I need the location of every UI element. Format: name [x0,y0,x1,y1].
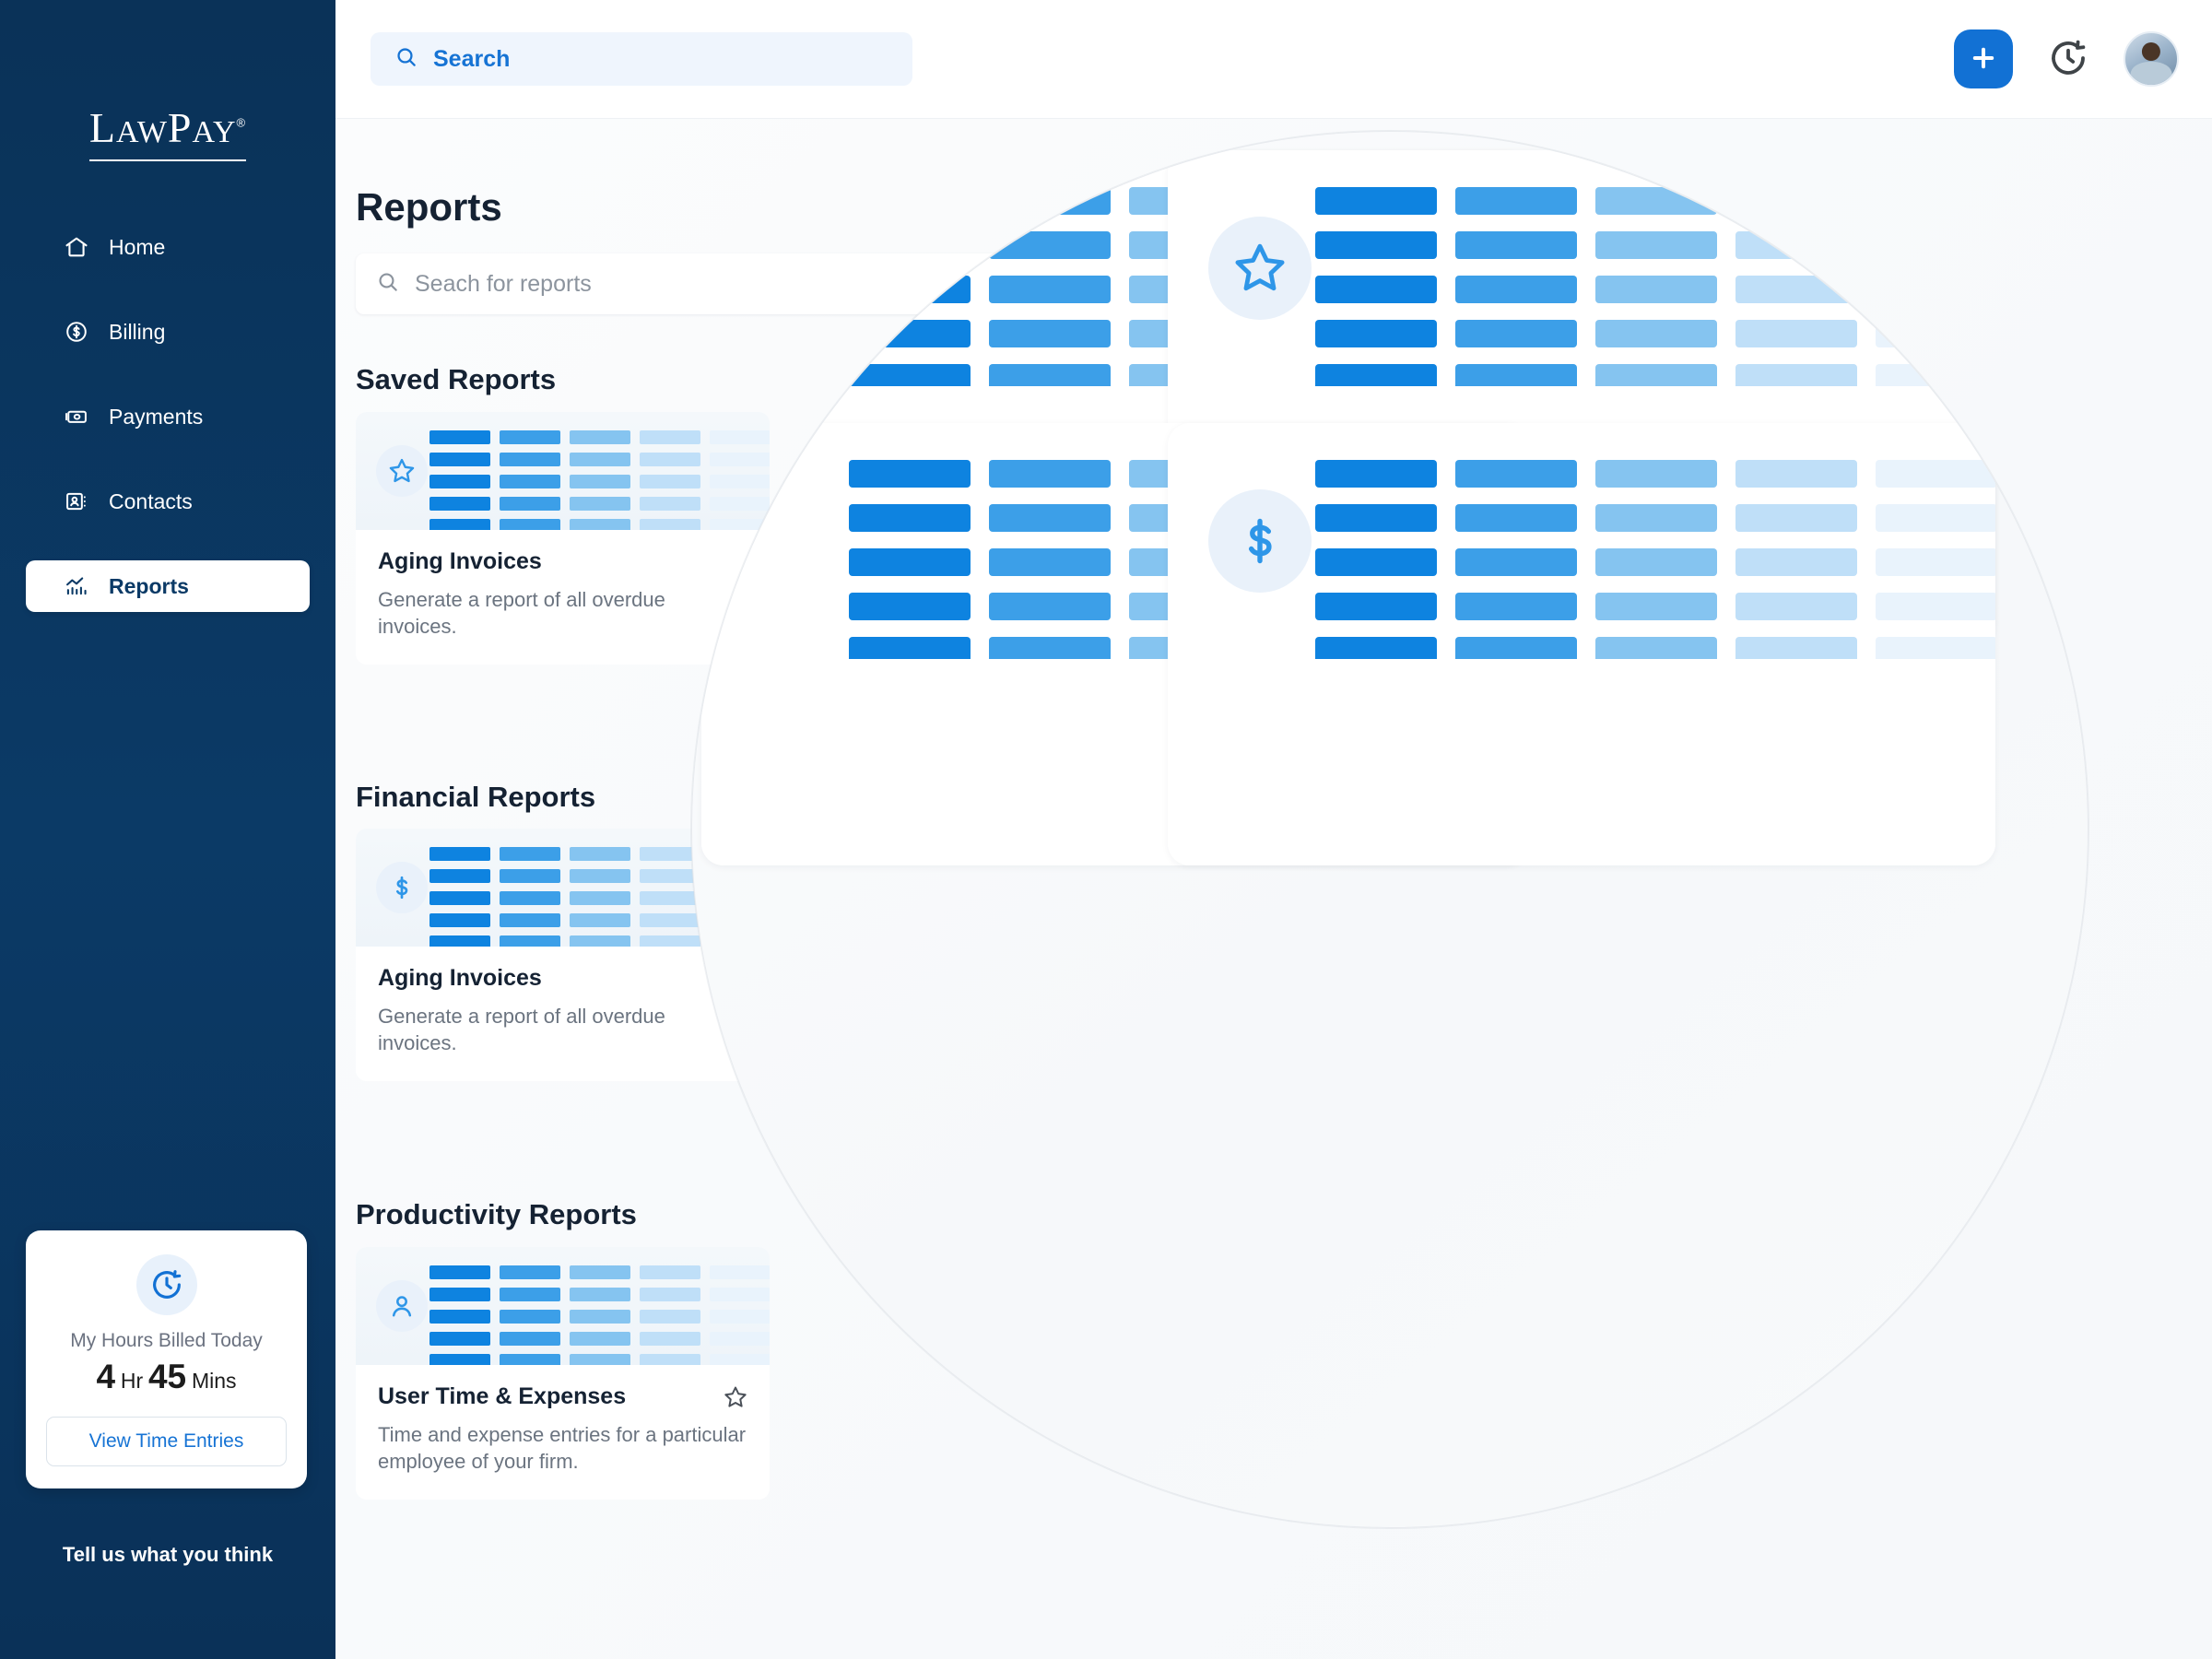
search-icon [394,45,418,74]
minutes-number: 45 [147,1358,187,1395]
avatar-head [2141,41,2161,61]
avatar[interactable] [2124,31,2179,87]
registered-mark-icon: ® [236,115,247,130]
plus-icon [1968,42,1999,76]
star-icon [1208,217,1312,320]
sidebar-item-reports[interactable]: Reports [26,560,310,612]
section-title-financial-reports: Financial Reports [356,781,596,813]
banknote-icon [63,403,90,430]
page-title: Reports [356,185,502,229]
dollar-icon [376,862,428,913]
star-icon [376,445,428,497]
card-title [1208,692,1955,744]
sidebar-item-billing[interactable]: Billing [26,306,310,358]
card-artwork [1168,150,1995,392]
search-input[interactable]: Search [371,32,912,86]
sidebar-item-label: Contacts [109,488,193,513]
sidebar-item-label: Reports [109,573,189,598]
sidebar-item-label: Payments [109,404,204,429]
view-time-entries-button[interactable]: View Time Entries [46,1417,287,1466]
home-icon [63,233,90,261]
sidebar-nav: Home Billing Payments Contacts Reports [0,221,335,645]
table-glyph [1315,460,1995,681]
card-artwork [1168,423,1995,665]
timer-button[interactable] [2044,35,2092,83]
lawpay-logo-text: LAWPAY® [88,103,247,161]
hours-billed-label: My Hours Billed Today [70,1330,263,1351]
logo-aw: AW [116,115,168,149]
top-bar: Search [335,0,2212,119]
logo-ay: AY [192,115,237,149]
hours-billed-widget: My Hours Billed Today 4 Hr 45 Mins View … [26,1230,307,1488]
sidebar-item-label: Billing [109,319,166,344]
logo-l: L [88,104,116,151]
dollar-circle-icon [63,318,90,346]
magnifier-lens: Electronic Payments View all payment act… [691,131,2088,1528]
timer-icon [2046,36,2090,83]
magnifier-content: Electronic Payments View all payment act… [692,132,2088,1527]
stopwatch-icon [135,1254,197,1315]
feedback-link[interactable]: Tell us what you think [0,1543,335,1567]
card-body [1168,659,1995,865]
sidebar-item-payments[interactable]: Payments [26,391,310,442]
contact-card-icon [63,488,90,515]
report-search-placeholder: Seach for reports [415,270,592,297]
hours-billed-value: 4 Hr 45 Mins [46,1358,287,1396]
avatar-body [2130,62,2172,85]
sidebar-item-label: Home [109,234,166,259]
add-button[interactable] [1954,29,2013,88]
card-description [1208,764,1955,818]
logo-p: P [167,104,193,151]
sidebar: LAWPAY® Home Billing Payments Contacts R… [0,0,335,1659]
search-input-text: Search [433,45,511,72]
star-icon [742,217,845,320]
person-icon [376,1280,428,1332]
section-title-productivity-reports: Productivity Reports [356,1198,637,1230]
table-glyph [1315,187,1995,408]
app-logo[interactable]: LAWPAY® [0,103,335,161]
hours-unit: Hr [120,1369,144,1393]
sidebar-item-home[interactable]: Home [26,221,310,273]
dollar-icon [1208,489,1312,593]
hours-number: 4 [96,1358,116,1395]
minutes-unit: Mins [191,1369,237,1393]
topbar-actions [1954,29,2179,88]
section-title-saved-reports: Saved Reports [356,363,557,395]
report-card-magnified-row2-right[interactable] [1168,423,1995,865]
sidebar-item-contacts[interactable]: Contacts [26,476,310,527]
chart-icon [63,572,90,600]
search-icon [376,270,400,299]
